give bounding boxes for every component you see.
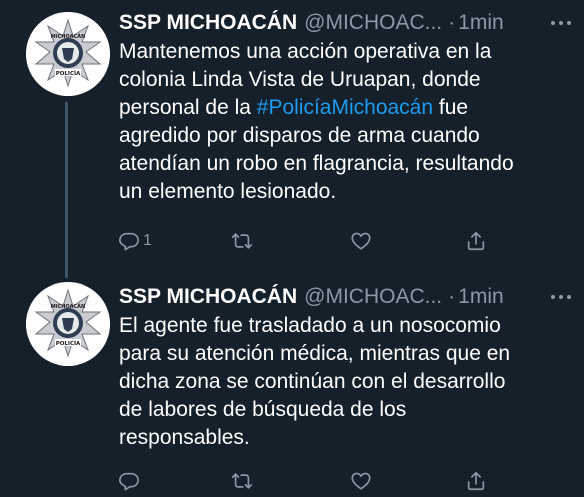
police-badge-icon: MICHOACÁN POLICÍA	[26, 12, 110, 96]
tweet-actions: 1	[116, 226, 536, 256]
tweet[interactable]: MICHOACÁN POLICÍA SSP MICHOACÁN @MICHOAC…	[0, 268, 584, 497]
hashtag-link[interactable]: #PolicíaMichoacán	[257, 96, 433, 119]
reply-button[interactable]: 1	[118, 226, 152, 256]
tweet-text-line: colonia Linda Vista de Uruapan, donde	[119, 68, 481, 91]
like-icon	[351, 472, 371, 490]
tweet-text-line: El agente fue trasladado a un nosocomio	[119, 314, 501, 337]
avatar[interactable]: MICHOACÁN POLICÍA	[26, 282, 110, 366]
display-name[interactable]: SSP MICHOACÁN	[119, 285, 297, 309]
display-name[interactable]: SSP MICHOACÁN	[119, 11, 297, 35]
timestamp[interactable]: 1min	[458, 285, 504, 309]
tweet[interactable]: MICHOACÁN POLICÍA SSP MICHOACÁN @MICHOAC…	[0, 0, 584, 278]
reply-count: 1	[143, 232, 152, 249]
retweet-icon	[231, 473, 253, 489]
like-button[interactable]	[350, 226, 372, 256]
svg-text:MICHOACÁN: MICHOACÁN	[51, 303, 85, 310]
tweet-text-line: responsables.	[119, 426, 250, 449]
retweet-button[interactable]	[231, 466, 253, 496]
tweet-text-line: Mantenemos una acción operativa en la	[119, 40, 492, 63]
tweet-text-line: de labores de búsqueda de los	[119, 398, 407, 421]
retweet-button[interactable]	[231, 226, 253, 256]
share-icon	[467, 471, 485, 491]
reply-button[interactable]	[118, 466, 140, 496]
more-icon[interactable]	[550, 8, 572, 38]
tweet-text: Mantenemos una acción operativa en la co…	[119, 38, 579, 206]
tweet-text: El agente fue trasladado a un nosocomio …	[119, 312, 579, 452]
tweet-text-line: dicha zona se continúan con el desarroll…	[119, 370, 506, 393]
tweet-text-segment: personal de la	[119, 96, 257, 119]
tweet-text-segment: fue	[433, 96, 469, 119]
share-icon	[467, 231, 485, 251]
svg-text:MICHOACÁN: MICHOACÁN	[51, 33, 85, 40]
avatar[interactable]: MICHOACÁN POLICÍA	[26, 12, 110, 96]
reply-icon	[119, 472, 139, 491]
thread-connector	[65, 102, 68, 278]
tweet-header: SSP MICHOACÁN @MICHOAC... · 1min	[119, 8, 584, 38]
tweet-header: SSP MICHOACÁN @MICHOAC... · 1min	[119, 282, 584, 312]
svg-text:POLICÍA: POLICÍA	[56, 339, 81, 347]
more-icon[interactable]	[550, 282, 572, 312]
svg-text:POLICÍA: POLICÍA	[56, 69, 81, 77]
share-button[interactable]	[465, 226, 487, 256]
tweet-actions	[116, 466, 536, 496]
tweet-text-line: personal de la #PolicíaMichoacán fue	[119, 94, 579, 122]
tweet-text-line: agredido por disparos de arma cuando	[119, 124, 480, 147]
timestamp[interactable]: 1min	[458, 11, 504, 35]
police-badge-icon: MICHOACÁN POLICÍA	[26, 282, 110, 366]
tweet-text-line: atendían un robo en flagrancia, resultan…	[119, 152, 514, 175]
reply-icon	[119, 232, 139, 251]
retweet-icon	[231, 233, 253, 249]
separator-dot: ·	[448, 285, 456, 308]
like-icon	[351, 232, 371, 250]
tweet-text-line: un elemento lesionado.	[119, 180, 337, 203]
username-handle[interactable]: @MICHOAC...	[304, 11, 442, 35]
separator-dot: ·	[448, 11, 456, 34]
username-handle[interactable]: @MICHOAC...	[304, 285, 442, 309]
share-button[interactable]	[465, 466, 487, 496]
tweet-text-line: para su atención médica, mientras que en	[119, 342, 511, 365]
like-button[interactable]	[350, 466, 372, 496]
